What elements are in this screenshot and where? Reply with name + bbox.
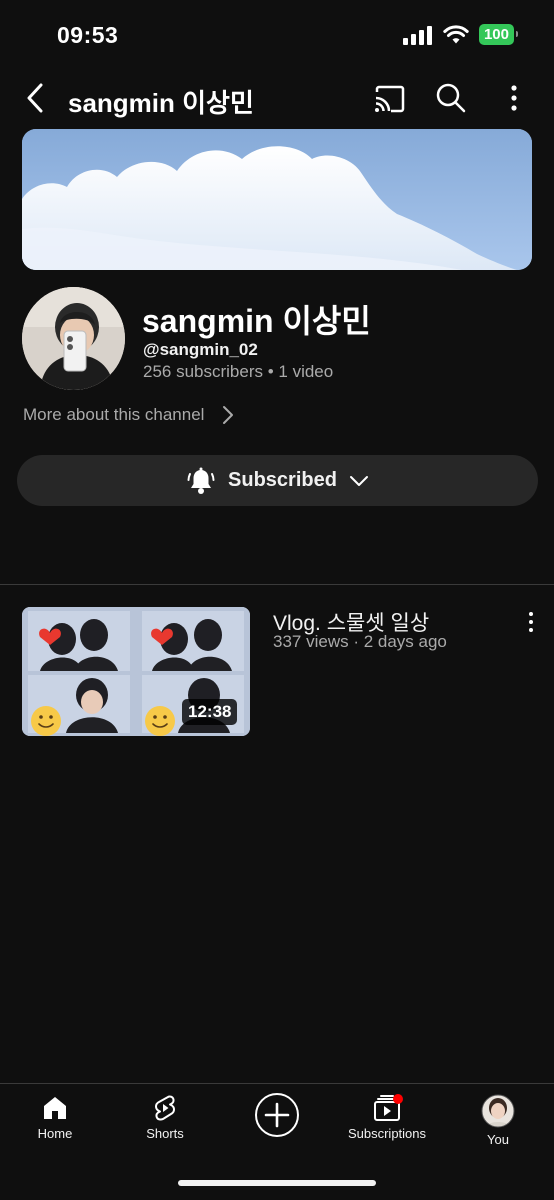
subscriptions-icon: [374, 1094, 403, 1121]
channel-stats: 256 subscribers • 1 video: [143, 362, 334, 381]
avatar-image: [22, 287, 125, 390]
nav-you[interactable]: You: [443, 1094, 553, 1147]
search-icon: [436, 83, 466, 113]
chevron-down-icon: [349, 475, 368, 486]
more-vertical-icon: [529, 612, 533, 632]
create-button[interactable]: [222, 1092, 332, 1138]
nav-shorts-label: Shorts: [146, 1126, 184, 1141]
plus-circle-icon: [255, 1093, 299, 1137]
cast-icon: [375, 85, 405, 113]
status-icons: 100: [402, 24, 519, 45]
chevron-left-icon: [27, 83, 43, 113]
nav-subscriptions-label: Subscriptions: [347, 1126, 427, 1141]
nav-subscriptions[interactable]: Subscriptions: [332, 1094, 442, 1141]
back-button[interactable]: [18, 80, 52, 116]
battery-indicator: 100: [478, 24, 519, 45]
subscribed-button[interactable]: Subscribed: [17, 455, 538, 506]
page-title: sangmin 이상민: [68, 88, 254, 118]
channel-banner: [22, 129, 532, 270]
cellular-signal-icon: [402, 25, 432, 45]
home-indicator: [178, 1180, 376, 1186]
search-button[interactable]: [435, 82, 467, 114]
chevron-right-icon: [223, 406, 234, 424]
channel-avatar[interactable]: [22, 287, 125, 390]
wifi-icon: [443, 24, 469, 43]
nav-home-label: Home: [37, 1126, 73, 1141]
section-divider: [0, 584, 554, 585]
more-options-button[interactable]: [502, 82, 526, 114]
bell-icon: [187, 467, 215, 494]
more-about-label: More about this channel: [23, 405, 205, 424]
profile-avatar-icon: [481, 1094, 515, 1128]
more-vertical-icon: [511, 85, 517, 111]
channel-name: sangmin 이상민: [142, 303, 371, 339]
subscribed-label: Subscribed: [228, 469, 337, 491]
video-meta: 337 views · 2 days ago: [273, 632, 447, 651]
more-about-channel-link[interactable]: More about this channel: [23, 405, 234, 425]
cast-button[interactable]: [373, 84, 405, 114]
banner-image: [22, 129, 532, 270]
channel-handle: @sangmin_02: [143, 340, 258, 359]
status-time: 09:53: [57, 22, 119, 48]
nav-you-label: You: [487, 1132, 509, 1147]
home-icon: [44, 1097, 66, 1119]
video-more-button[interactable]: [522, 610, 540, 634]
nav-home[interactable]: Home: [0, 1094, 110, 1141]
video-duration-badge: 12:38: [182, 699, 238, 725]
shorts-icon: [155, 1095, 175, 1121]
nav-shorts[interactable]: Shorts: [110, 1094, 220, 1141]
